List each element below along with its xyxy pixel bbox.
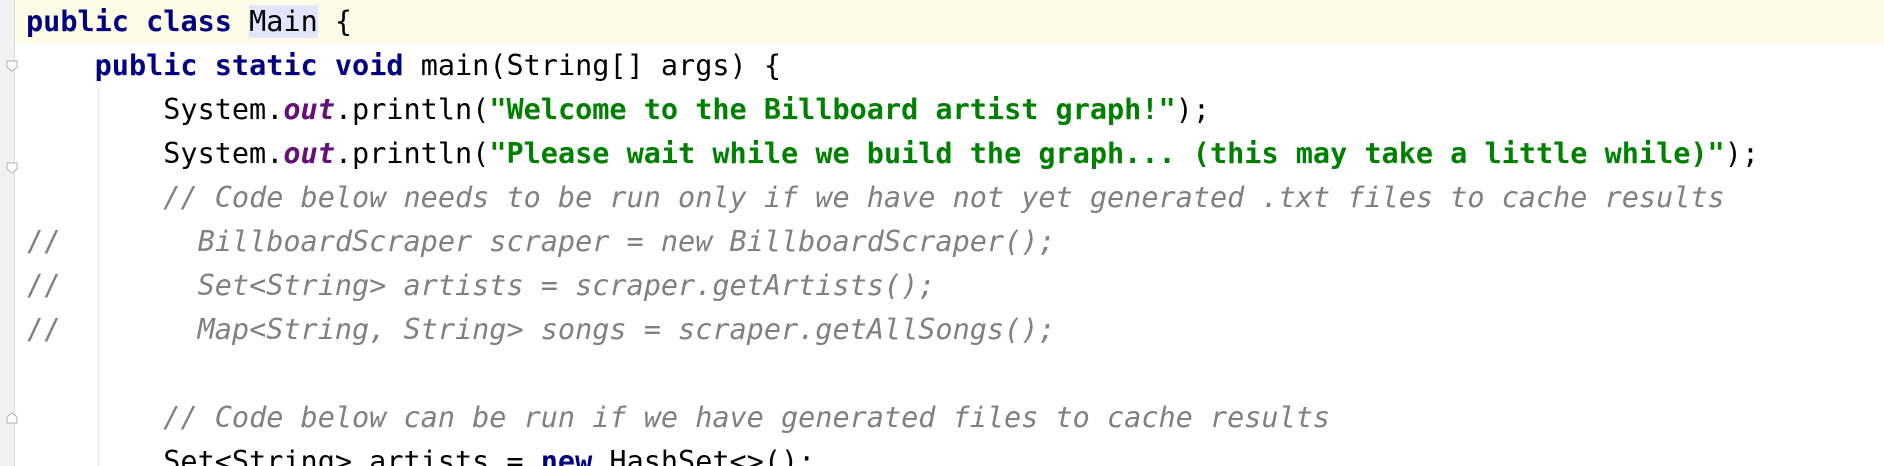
code-token: out [283,137,335,170]
code-token: Set<String> artists = scraper.getArtists… [60,269,936,302]
code-line-2[interactable]: public static void main(String[] args) { [26,44,781,88]
code-token: void [334,49,404,82]
code-token: HashSet<>(); [592,445,816,466]
code-token: // Code below needs to be run only if we… [163,181,1725,214]
code-token: public [94,49,198,82]
code-token: class [146,5,232,38]
code-token: Set<String> artists = [26,445,541,466]
code-line-3[interactable]: System.out.println("Welcome to the Billb… [26,88,1210,132]
code-line-8[interactable]: // Map<String, String> songs = scraper.g… [26,308,1056,352]
code-editor[interactable]: public class Main { public static void m… [0,0,1884,466]
code-line-7[interactable]: // Set<String> artists = scraper.getArti… [26,264,935,308]
code-token: // Code below can be run if we have gene… [163,401,1331,434]
code-token: public [26,5,129,38]
code-token: new [540,445,593,466]
code-token: System. [26,137,284,170]
code-line-11[interactable]: Set<String> artists = new HashSet<>(); [26,440,815,466]
code-line-10[interactable]: // Code below can be run if we have gene… [26,396,1330,440]
code-token: ); [1724,137,1760,170]
fold-close-icon[interactable] [6,412,18,424]
code-token: Main [249,5,318,38]
code-line-6[interactable]: // BillboardScraper scraper = new Billbo… [26,220,1056,264]
code-token: main(String[] args) { [403,49,782,82]
fold-open-icon[interactable] [6,60,18,72]
code-token: .println( [334,93,490,126]
code-token: static [214,49,318,82]
code-token: ); [1175,93,1210,126]
code-line-4[interactable]: System.out.println("Please wait while we… [26,132,1759,176]
code-line-1[interactable]: public class Main { [26,0,352,44]
code-token: Map<String, String> songs = scraper.getA… [60,313,1056,346]
code-token: out [283,93,335,126]
code-token: // [26,269,61,302]
fold-open-icon[interactable] [6,162,18,174]
code-line-5[interactable]: // Code below needs to be run only if we… [26,176,1725,220]
code-token: // [26,313,61,346]
code-token: System. [26,93,284,126]
code-token: .println( [334,137,490,170]
code-token: "Please wait while we build the graph...… [489,137,1725,170]
code-token: "Welcome to the Billboard artist graph!" [489,93,1176,126]
code-token: BillboardScraper scraper = new Billboard… [60,225,1056,258]
code-token: { [317,5,353,38]
code-token: // [26,225,61,258]
